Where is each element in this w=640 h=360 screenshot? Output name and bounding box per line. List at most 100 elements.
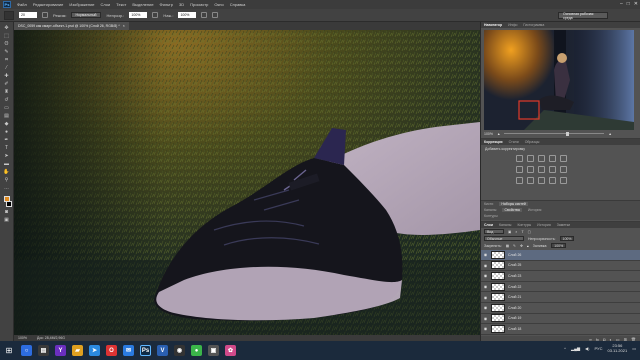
layer-name[interactable]: Слой 23 <box>508 274 521 278</box>
quick-mask-icon[interactable]: ◙ <box>3 209 11 215</box>
navigator-thumbnail[interactable] <box>484 30 634 130</box>
zoom-slider[interactable] <box>504 131 605 136</box>
menu-filter[interactable]: Фильтр <box>160 2 173 7</box>
lock-paint-icon[interactable]: ✎ <box>513 244 516 248</box>
layer-visibility-eye-icon[interactable]: ◉ <box>483 273 488 278</box>
minimize-button[interactable]: – <box>620 1 623 7</box>
color-balance-icon[interactable] <box>527 166 534 173</box>
selective-color-icon[interactable] <box>560 177 567 184</box>
maximize-button[interactable]: □ <box>627 1 630 7</box>
menu-view[interactable]: Просмотр <box>190 2 208 7</box>
background-color-swatch[interactable] <box>5 201 12 207</box>
filter-type-icon[interactable]: T <box>521 230 523 234</box>
taskbar-search-icon[interactable]: ○ <box>21 345 32 356</box>
zoom-in-icon[interactable]: ▲ <box>608 132 611 136</box>
menu-file[interactable]: Файл <box>17 2 27 7</box>
taskbar-opera-icon[interactable]: O <box>106 345 117 356</box>
airbrush-icon[interactable] <box>201 12 208 18</box>
tray-expand-icon[interactable]: ^ <box>564 346 566 351</box>
layer-visibility-eye-icon[interactable]: ◉ <box>483 305 488 310</box>
filter-shape-icon[interactable]: ▢ <box>528 230 531 234</box>
gradient-tool-icon[interactable]: ▤ <box>3 113 11 119</box>
exposure-icon[interactable] <box>549 155 556 162</box>
brush-panel-icon[interactable] <box>42 12 48 18</box>
tab-channels-mini[interactable]: Каналы <box>484 208 496 212</box>
marquee-tool-icon[interactable]: ⬚ <box>3 33 11 39</box>
eyedropper-tool-icon[interactable]: ⁄ <box>3 65 11 71</box>
invert-icon[interactable] <box>516 177 523 184</box>
layer-row[interactable]: ◉ Слой 21 <box>481 292 640 303</box>
navigator-zoom-value[interactable]: 100% <box>484 132 493 136</box>
filter-pixel-icon[interactable]: ▣ <box>508 230 511 234</box>
layer-row[interactable]: ◉ Слой 20 <box>481 302 640 314</box>
move-tool-icon[interactable]: ✥ <box>3 25 11 31</box>
quick-select-tool-icon[interactable]: ✎ <box>3 49 11 55</box>
photo-filter-icon[interactable] <box>549 166 556 173</box>
crop-tool-icon[interactable]: ⌗ <box>3 57 11 63</box>
taskbar-taskview-icon[interactable]: ▤ <box>38 345 49 356</box>
filter-adjust-icon[interactable]: ◐ <box>515 230 517 234</box>
layer-name[interactable]: Слой 26 <box>508 253 521 257</box>
layer-visibility-eye-icon[interactable]: ◉ <box>483 284 488 289</box>
tab-brushes[interactable]: Кисти <box>484 202 493 206</box>
tab-brush-presets[interactable]: Наборы кистей <box>499 202 528 206</box>
menu-window[interactable]: Окно <box>214 2 223 7</box>
tab-channels[interactable]: Каналы <box>499 223 511 227</box>
lock-transparent-icon[interactable]: ▦ <box>506 244 509 248</box>
threshold-icon[interactable] <box>538 177 545 184</box>
opacity-field[interactable]: 100% <box>129 12 148 18</box>
document-canvas[interactable] <box>14 30 480 335</box>
layer-opacity-field[interactable]: 100% <box>559 236 575 241</box>
lasso-tool-icon[interactable]: ʘ <box>3 41 11 47</box>
layer-name[interactable]: Слой 19 <box>508 316 521 320</box>
brush-size-field[interactable]: 20 <box>19 12 37 18</box>
blur-tool-icon[interactable]: ◆ <box>3 121 11 127</box>
taskbar-green-app-icon[interactable]: ● <box>191 345 202 356</box>
menu-edit[interactable]: Редактирование <box>33 2 63 7</box>
taskbar-explorer-icon[interactable]: ▰ <box>72 345 83 356</box>
channel-mixer-icon[interactable] <box>560 166 567 173</box>
levels-icon[interactable] <box>527 155 534 162</box>
brush-tool-icon[interactable]: ✐ <box>3 81 11 87</box>
mode-select[interactable]: Нормальный <box>71 12 102 18</box>
taskbar-pink-app-icon[interactable]: ✿ <box>225 345 236 356</box>
workspace-select[interactable]: Основная рабочая среда <box>558 12 608 20</box>
taskbar-video-icon[interactable]: V <box>157 345 168 356</box>
type-tool-icon[interactable]: T <box>3 145 11 151</box>
taskbar-photoshop-icon[interactable]: Ps <box>140 345 151 356</box>
zoom-tool-icon[interactable]: ⚲ <box>3 177 11 183</box>
tab-paths-mini[interactable]: Контуры <box>484 214 498 218</box>
pressure-size-icon[interactable] <box>212 12 219 18</box>
layer-name[interactable]: Слой 21 <box>508 295 521 299</box>
screen-mode-icon[interactable]: ▣ <box>3 217 11 223</box>
history-brush-tool-icon[interactable]: ↺ <box>3 97 11 103</box>
layer-name[interactable]: Слой 20 <box>508 306 521 310</box>
tab-adjustments[interactable]: Коррекция <box>484 140 503 144</box>
tab-properties[interactable]: Свойства <box>502 208 522 212</box>
tab-info[interactable]: Инфо <box>508 23 517 27</box>
stamp-tool-icon[interactable]: ♜ <box>3 89 11 95</box>
menu-help[interactable]: Справка <box>230 2 246 7</box>
more-tools-icon[interactable]: … <box>3 185 11 191</box>
taskbar-telegram-icon[interactable]: ➤ <box>89 345 100 356</box>
document-tab-close-icon[interactable]: × <box>123 24 125 28</box>
layer-row[interactable]: ◉ Слой 18 <box>481 324 640 335</box>
hue-saturation-icon[interactable] <box>516 166 523 173</box>
tab-history[interactable]: История <box>537 223 551 227</box>
layer-visibility-eye-icon[interactable]: ◉ <box>483 263 488 268</box>
layer-kind-select[interactable]: Вид <box>484 229 504 234</box>
pen-tool-icon[interactable]: ✒ <box>3 137 11 143</box>
layer-row[interactable]: ◉ Слой 23 <box>481 271 640 282</box>
tab-navigator[interactable]: Навигатор <box>484 23 502 27</box>
tool-preset-picker[interactable] <box>4 10 14 20</box>
flow-field[interactable]: 100% <box>178 12 197 18</box>
layer-row[interactable]: ◉ Слой 26 <box>481 250 640 261</box>
layer-row[interactable]: ◉ Слой 22 <box>481 281 640 293</box>
menu-layers[interactable]: Слои <box>101 2 111 7</box>
pressure-opacity-icon[interactable] <box>152 12 159 18</box>
menu-image[interactable]: Изображение <box>69 2 94 7</box>
layer-row[interactable]: ◉ Слой 19 <box>481 313 640 325</box>
tab-paths[interactable]: Контуры <box>517 223 531 227</box>
shape-tool-icon[interactable]: ▬ <box>3 161 11 167</box>
close-button[interactable]: ✕ <box>634 1 638 7</box>
